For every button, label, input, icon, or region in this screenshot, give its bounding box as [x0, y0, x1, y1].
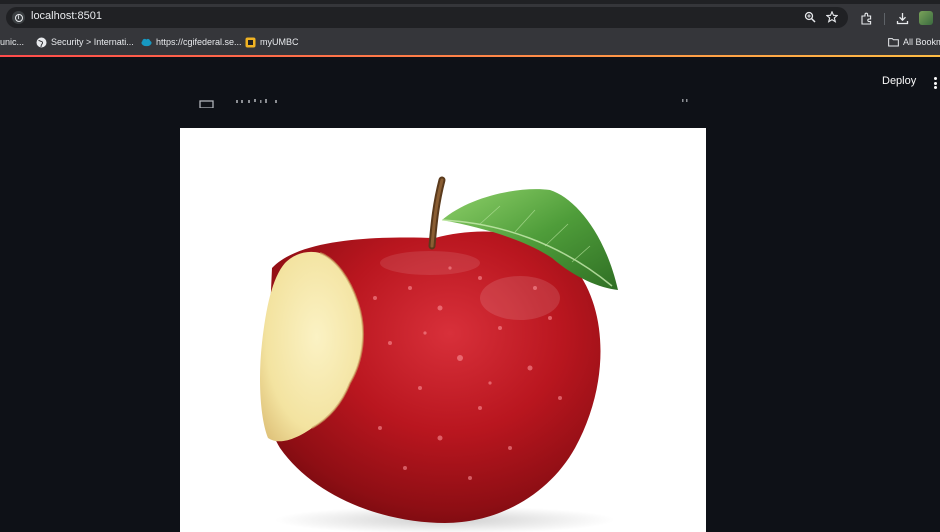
kebab-menu-icon[interactable] [933, 77, 937, 89]
url-text[interactable]: localhost:8501 [31, 10, 102, 22]
address-bar[interactable]: i localhost:8501 [6, 7, 848, 28]
bookmark-label: unic... [0, 37, 25, 47]
download-icon[interactable] [893, 9, 911, 27]
globe-icon [36, 37, 47, 48]
bookmark-item[interactable]: Security > Internati... [36, 35, 134, 49]
app-header-decoration [0, 55, 940, 57]
bookmark-label: https://cgifederal.se... [156, 37, 242, 47]
bookmarks-bar: unic... Security > Internati... https://… [0, 30, 940, 55]
toolbar-separator [884, 13, 885, 25]
bookmark-label: myUMBC [260, 37, 299, 47]
umbc-icon [245, 37, 256, 48]
bookmark-item[interactable]: myUMBC [245, 35, 299, 49]
bookmark-label: Security > Internati... [51, 37, 134, 47]
bookmark-item[interactable]: https://cgifederal.se... [141, 35, 242, 49]
salesforce-cloud-icon [141, 37, 152, 48]
folder-icon [888, 37, 899, 48]
info-icon[interactable]: i [12, 11, 25, 24]
bookmark-item[interactable]: unic... [0, 35, 24, 49]
apple-image [180, 128, 706, 532]
deploy-button[interactable]: Deploy [882, 75, 916, 87]
star-icon[interactable] [824, 9, 840, 25]
bookmark-label: All Bookm [903, 37, 940, 47]
zoom-icon[interactable] [802, 9, 818, 25]
bookmark-item[interactable]: All Bookm [888, 35, 940, 49]
browser-toolbar: i localhost:8501 [0, 4, 940, 30]
clipped-content-row [198, 95, 698, 109]
extensions-icon[interactable] [857, 9, 875, 27]
profile-icon[interactable] [919, 11, 933, 25]
